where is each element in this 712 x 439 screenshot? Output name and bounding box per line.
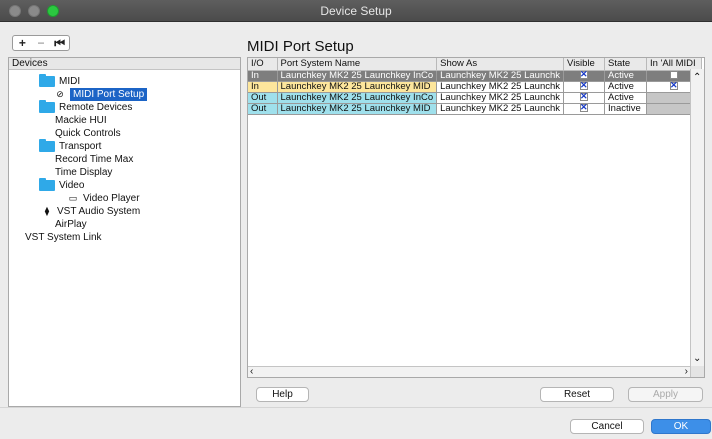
visible-checkbox[interactable] (580, 103, 589, 112)
table-row[interactable]: Out Launchkey MK2 25 Launchkey MID Launchk… (248, 103, 703, 115)
sidebar-item-time-display[interactable]: Time Display (55, 166, 112, 179)
io-cell[interactable]: In (248, 81, 278, 93)
port-system-name-cell[interactable]: Launchkey MK2 25 Launchkey MID (277, 81, 438, 93)
sidebar-item-airplay[interactable]: AirPlay (55, 218, 87, 231)
io-cell[interactable]: In (248, 70, 278, 82)
folder-icon (39, 139, 55, 152)
devices-panel: Devices MIDI ⊘ MIDI Port Setup Remote Devic… (8, 57, 241, 407)
column-header-state[interactable]: State (604, 58, 648, 71)
state-cell[interactable]: Active (604, 92, 648, 104)
help-button[interactable]: Help (256, 387, 309, 402)
vertical-scrollbar[interactable]: ⌃ ⌄ (690, 69, 704, 366)
sidebar-item-label: VST System Link (25, 232, 102, 243)
apply-button[interactable]: Apply (628, 387, 703, 402)
table-row[interactable]: In Launchkey MK2 25 Launchkey MID Launchke… (248, 81, 703, 93)
scroll-right-icon[interactable]: › (685, 366, 688, 377)
state-cell[interactable]: Active (604, 81, 648, 93)
reset-device-button[interactable]: ⏮ (52, 36, 68, 50)
port-system-name-cell[interactable]: Launchkey MK2 25 Launchkey InCo (277, 92, 438, 104)
sidebar-item-video[interactable]: Video (39, 178, 85, 192)
in-all-midi-checkbox[interactable] (670, 81, 679, 90)
reset-button[interactable]: Reset (540, 387, 614, 402)
sidebar-item-midi[interactable]: MIDI (39, 74, 81, 88)
sidebar-item-midi-port-setup[interactable]: ⊘ MIDI Port Setup (54, 88, 148, 101)
column-header-visible[interactable]: Visible (563, 58, 606, 71)
state-cell[interactable]: Active (604, 70, 648, 82)
sidebar-item-transport[interactable]: Transport (39, 139, 102, 153)
folder-icon (39, 178, 55, 191)
remove-device-button[interactable]: − (33, 36, 49, 50)
io-cell[interactable]: Out (248, 103, 278, 115)
audio-system-icon: ⧫ (44, 206, 50, 216)
sidebar-item-label: Quick Controls (55, 128, 121, 139)
sidebar-item-remote-devices[interactable]: Remote Devices (39, 100, 133, 114)
ok-button[interactable]: OK (651, 419, 711, 434)
visible-cell[interactable] (563, 92, 606, 104)
device-toolbar: + − ⏮ (12, 35, 70, 51)
visible-checkbox[interactable] (580, 92, 589, 101)
sidebar-item-label: VST Audio System (57, 206, 141, 217)
horizontal-scrollbar[interactable]: ‹ › (248, 366, 690, 377)
column-header-show-as[interactable]: Show As (436, 58, 565, 71)
column-header-port-system-name[interactable]: Port System Name (277, 58, 438, 71)
folder-icon (39, 100, 55, 113)
sidebar-item-quick-controls[interactable]: Quick Controls (55, 127, 121, 140)
sidebar-item-label: Mackie HUI (55, 115, 107, 126)
sidebar-item-label: Video (59, 180, 85, 191)
midi-port-table: I/O Port System Name Show As Visible Sta… (248, 58, 703, 115)
port-system-name-cell[interactable]: Launchkey MK2 25 Launchkey MID (277, 103, 438, 115)
table-row[interactable]: In Launchkey MK2 25 Launchkey InCo Launchk… (248, 70, 703, 82)
title-bar: Device Setup (0, 0, 712, 22)
video-player-icon: ▭ (68, 193, 78, 203)
sidebar-item-label: Record Time Max (55, 154, 134, 165)
in-all-midi-checkbox[interactable] (670, 70, 679, 79)
visible-cell[interactable] (563, 81, 606, 93)
midi-port-icon: ⊘ (56, 89, 64, 99)
window-title: Device Setup (320, 4, 392, 18)
show-as-cell[interactable]: Launchkey MK2 25 Launchk (436, 70, 565, 82)
scroll-down-icon[interactable]: ⌄ (693, 353, 701, 364)
port-system-name-cell[interactable]: Launchkey MK2 25 Launchkey InCo (277, 70, 438, 82)
show-as-cell[interactable]: Launchkey MK2 25 Launchk (436, 81, 565, 93)
folder-icon (39, 74, 55, 87)
visible-checkbox[interactable] (580, 70, 589, 79)
cancel-button[interactable]: Cancel (570, 419, 644, 434)
add-device-button[interactable]: + (14, 36, 30, 50)
scroll-up-icon[interactable]: ⌃ (693, 72, 701, 83)
sidebar-item-label: Remote Devices (59, 102, 133, 113)
devices-header: Devices (9, 58, 240, 70)
sidebar-item-label: Transport (59, 141, 102, 152)
sidebar-item-mackie-hui[interactable]: Mackie HUI (55, 114, 107, 127)
scroll-left-icon[interactable]: ‹ (250, 366, 253, 377)
visible-checkbox[interactable] (580, 81, 589, 90)
io-cell[interactable]: Out (248, 92, 278, 104)
midi-port-table-panel: I/O Port System Name Show As Visible Sta… (247, 57, 705, 378)
sidebar-item-label: AirPlay (55, 219, 87, 230)
sidebar-item-label: MIDI Port Setup (70, 88, 148, 101)
page-title: MIDI Port Setup (247, 38, 354, 55)
table-header-row: I/O Port System Name Show As Visible Sta… (248, 58, 703, 71)
footer-divider (0, 407, 712, 408)
state-cell[interactable]: Inactive (604, 103, 648, 115)
show-as-cell[interactable]: Launchkey MK2 25 Launchk (436, 103, 565, 115)
sidebar-item-video-player[interactable]: ▭ Video Player (67, 192, 140, 205)
visible-cell[interactable] (563, 103, 606, 115)
column-header-io[interactable]: I/O (248, 58, 278, 71)
table-row[interactable]: Out Launchkey MK2 25 Launchkey InCo Launch… (248, 92, 703, 104)
sidebar-item-label: Time Display (55, 167, 113, 178)
scrollbar-corner (690, 366, 704, 377)
visible-cell[interactable] (563, 70, 606, 82)
sidebar-item-vst-audio-system[interactable]: ⧫ VST Audio System (41, 205, 140, 218)
sidebar-item-label: MIDI (59, 76, 81, 87)
sidebar-item-record-time-max[interactable]: Record Time Max (55, 153, 133, 166)
sidebar-item-vst-system-link[interactable]: VST System Link (25, 231, 102, 244)
show-as-cell[interactable]: Launchkey MK2 25 Launchk (436, 92, 565, 104)
sidebar-item-label: Video Player (83, 193, 140, 204)
